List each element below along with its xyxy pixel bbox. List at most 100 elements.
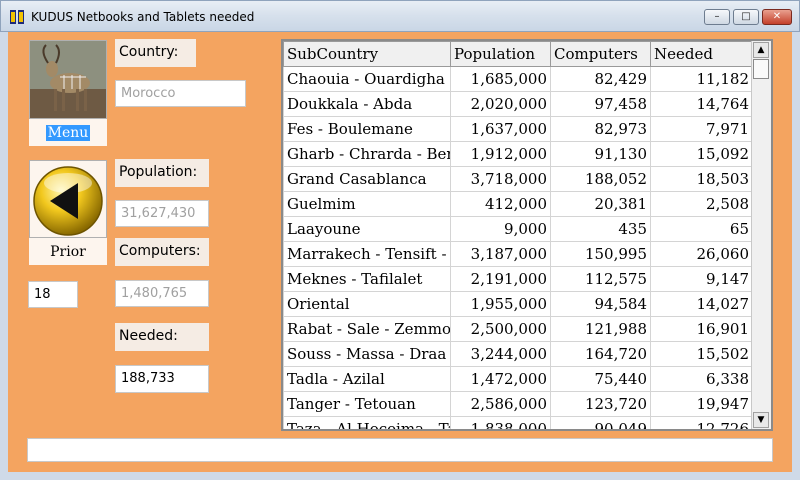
table-cell[interactable]: 15,092 [650,141,753,167]
needed-field[interactable]: 188,733 [115,365,209,393]
subcountry-grid[interactable]: SubCountry Population Computers Needed C… [281,39,773,431]
table-cell[interactable]: Tanger - Tetouan [283,391,451,417]
table-cell[interactable]: 65 [650,216,753,242]
table-row[interactable]: Tadla - Azilal 1,472,000 75,440 6,338 [283,366,753,392]
table-cell[interactable]: 97,458 [550,91,651,117]
table-cell[interactable]: 121,988 [550,316,651,342]
table-cell[interactable]: 94,584 [550,291,651,317]
prior-button[interactable]: Prior [29,238,107,265]
table-row[interactable]: Chaouia - Ouardigha 1,685,000 82,429 11,182 [283,66,753,92]
table-cell[interactable]: 16,901 [650,316,753,342]
table-cell[interactable]: 18,503 [650,166,753,192]
minimize-button[interactable]: – [704,9,730,25]
table-row[interactable]: Gharb - Chrarda - Beni Hssen1,912,00091,… [283,141,753,167]
prior-image-button[interactable] [29,160,107,238]
table-cell[interactable]: 3,244,000 [450,341,551,367]
table-cell[interactable]: 90,049 [550,416,651,429]
table-cell[interactable]: 1,472,000 [450,366,551,392]
country-field[interactable]: Morocco [115,80,246,107]
table-cell[interactable]: 112,575 [550,266,651,292]
table-row[interactable]: Guelmim 412,000 20,381 2,508 [283,191,753,217]
table-row[interactable]: Meknes - Tafilalet 2,191,000 112,575 9,147 [283,266,753,292]
table-row[interactable]: Souss - Massa - Draa 3,244,000 164,720 15,5… [283,341,753,367]
table-cell[interactable]: 26,060 [650,241,753,267]
table-row[interactable]: Marrakech - Tensift - Al Haouz3,187,0001… [283,241,753,267]
column-header-subcountry[interactable]: SubCountry [283,41,451,67]
table-cell[interactable]: 82,429 [550,66,651,92]
table-cell[interactable]: Chaouia - Ouardigha [283,66,451,92]
menu-button[interactable]: Menu [29,119,107,146]
table-row[interactable]: Laayoune 9,000 435 65 [283,216,753,242]
table-cell[interactable]: 188,052 [550,166,651,192]
table-cell[interactable]: 1,912,000 [450,141,551,167]
table-cell[interactable]: 14,027 [650,291,753,317]
table-cell[interactable]: 91,130 [550,141,651,167]
table-row[interactable]: Grand Casablanca 3,718,000 188,052 18,503 [283,166,753,192]
table-row[interactable]: Rabat - Sale - Zemmour - Zaer2,500,00012… [283,316,753,342]
scroll-down-button[interactable]: ▼ [753,412,769,428]
table-cell[interactable]: 9,000 [450,216,551,242]
table-cell[interactable]: Meknes - Tafilalet [283,266,451,292]
grid-vertical-scrollbar[interactable]: ▲ ▼ [751,41,771,429]
table-cell[interactable]: 2,586,000 [450,391,551,417]
table-cell[interactable]: 20,381 [550,191,651,217]
table-cell[interactable]: 75,440 [550,366,651,392]
table-row[interactable]: Doukkala - Abda 2,020,000 97,458 14,764 [283,91,753,117]
table-row[interactable]: Fes - Boulemane 1,637,000 82,973 7,971 [283,116,753,142]
table-cell[interactable]: 3,718,000 [450,166,551,192]
table-cell[interactable]: Marrakech - Tensift - Al Haouz [283,241,451,267]
table-cell[interactable]: 15,502 [650,341,753,367]
table-cell[interactable]: Souss - Massa - Draa [283,341,451,367]
table-cell[interactable]: Fes - Boulemane [283,116,451,142]
table-cell[interactable]: 164,720 [550,341,651,367]
table-cell[interactable]: Doukkala - Abda [283,91,451,117]
table-cell[interactable]: 82,973 [550,116,651,142]
table-cell[interactable]: 9,147 [650,266,753,292]
title-bar[interactable]: KUDUS Netbooks and Tablets needed – □ ✕ [0,0,800,32]
table-cell[interactable]: Guelmim [283,191,451,217]
table-row[interactable]: Taza - Al Hoceima - Taounate1,838,00090,… [283,416,753,429]
table-row[interactable]: Oriental 1,955,000 94,584 14,027 [283,291,753,317]
table-cell[interactable]: 1,637,000 [450,116,551,142]
table-cell[interactable]: 435 [550,216,651,242]
column-header-population[interactable]: Population [450,41,551,67]
population-label: Population: [115,159,209,187]
population-field[interactable]: 31,627,430 [115,200,209,227]
column-header-needed[interactable]: Needed [650,41,753,67]
table-cell[interactable]: 3,187,000 [450,241,551,267]
table-cell[interactable]: 6,338 [650,366,753,392]
table-cell[interactable]: 2,500,000 [450,316,551,342]
scroll-thumb[interactable] [753,59,769,79]
table-cell[interactable]: Grand Casablanca [283,166,451,192]
menu-image-button[interactable] [29,40,107,119]
table-row[interactable]: Tanger - Tetouan 2,586,000 123,720 19,947 [283,391,753,417]
table-cell[interactable]: 2,508 [650,191,753,217]
table-cell[interactable]: 2,020,000 [450,91,551,117]
table-cell[interactable]: 7,971 [650,116,753,142]
table-cell[interactable]: 1,955,000 [450,291,551,317]
table-cell[interactable]: 2,191,000 [450,266,551,292]
table-cell[interactable]: Gharb - Chrarda - Beni Hssen [283,141,451,167]
table-cell[interactable]: 14,764 [650,91,753,117]
window-border-left [0,32,8,480]
computers-field[interactable]: 1,480,765 [115,280,209,307]
table-cell[interactable]: 1,838,000 [450,416,551,429]
table-cell[interactable]: Laayoune [283,216,451,242]
maximize-button[interactable]: □ [733,9,759,25]
close-button[interactable]: ✕ [762,9,792,25]
table-cell[interactable]: Rabat - Sale - Zemmour - Zaer [283,316,451,342]
column-header-computers[interactable]: Computers [550,41,651,67]
table-cell[interactable]: 1,685,000 [450,66,551,92]
table-cell[interactable]: 123,720 [550,391,651,417]
table-cell[interactable]: Tadla - Azilal [283,366,451,392]
table-cell[interactable]: Taza - Al Hoceima - Taounate [283,416,451,429]
app-icon [10,10,24,24]
scroll-up-button[interactable]: ▲ [753,42,769,58]
table-cell[interactable]: 150,995 [550,241,651,267]
table-cell[interactable]: Oriental [283,291,451,317]
table-cell[interactable]: 12,726 [650,416,753,429]
record-index-field[interactable]: 18 [28,281,78,308]
table-cell[interactable]: 19,947 [650,391,753,417]
table-cell[interactable]: 412,000 [450,191,551,217]
table-cell[interactable]: 11,182 [650,66,753,92]
